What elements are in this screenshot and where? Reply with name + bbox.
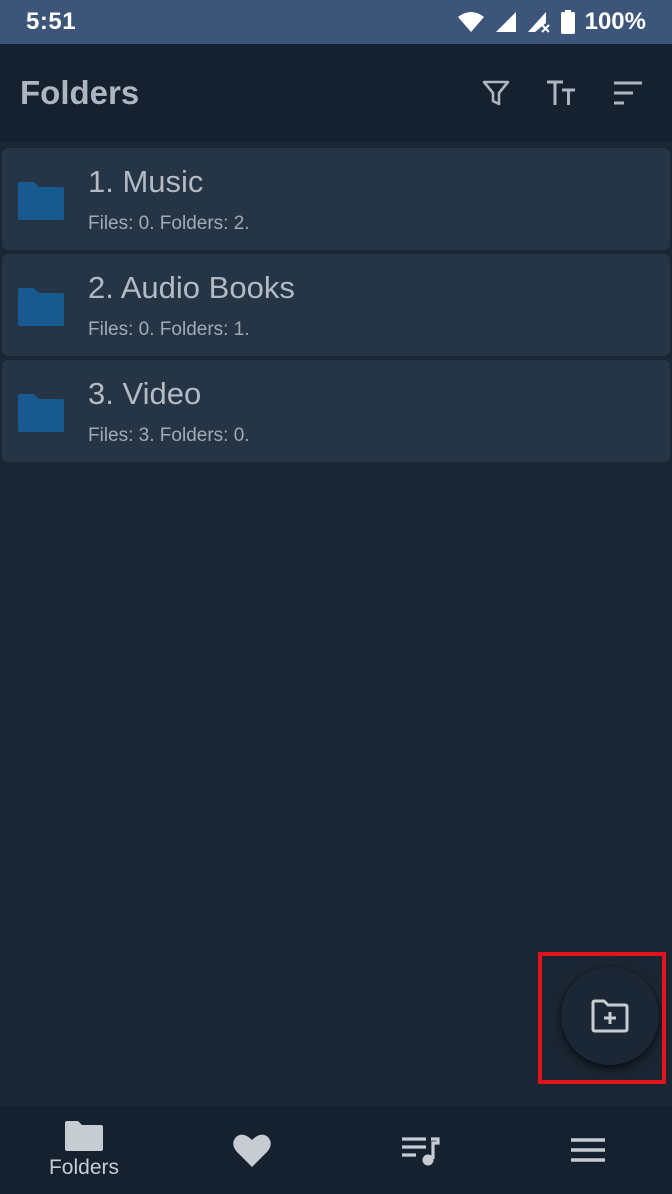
nav-label: Folders [48,1156,120,1179]
status-time: 5:51 [26,8,77,35]
heart-icon [233,1134,271,1167]
create-new-folder-icon [591,999,629,1033]
status-icons: 100% [457,8,646,36]
nav-item-folders[interactable]: Folders [0,1106,168,1194]
app-bar-actions [476,73,652,113]
text-size-icon [547,80,575,105]
nav-item-playlist[interactable] [336,1106,504,1194]
folder-name: 3. Video [88,376,202,411]
create-folder-button[interactable] [561,967,659,1065]
sort-button[interactable] [608,73,648,113]
folder-text: 2. Audio Books Files: 0. Folders: 1. [88,269,295,341]
battery-icon [560,10,575,34]
bottom-nav: Folders [0,1106,672,1194]
nav-item-menu[interactable] [504,1106,672,1194]
text-size-button[interactable] [542,73,582,113]
menu-icon [571,1138,605,1162]
folder-meta: Files: 0. Folders: 1. [88,319,250,340]
folder-list: 1. Music Files: 0. Folders: 2. 2. Audio … [2,148,670,466]
playlist-icon [402,1137,440,1166]
battery-percent: 100% [584,8,646,35]
wifi-icon [457,12,484,32]
folder-list-item[interactable]: 1. Music Files: 0. Folders: 2. [2,148,670,250]
filter-button[interactable] [476,73,516,113]
folder-icon [18,288,64,326]
folder-meta: Files: 3. Folders: 0. [88,425,250,446]
folder-icon [65,1121,103,1151]
nav-item-favorites[interactable] [168,1106,336,1194]
folder-icon [18,394,64,432]
folder-list-item[interactable]: 3. Video Files: 3. Folders: 0. [2,360,670,462]
folder-name: 1. Music [88,164,204,199]
folder-name: 2. Audio Books [88,270,295,305]
folder-icon [18,182,64,220]
status-bar: 5:51 100% [0,0,672,44]
folder-text: 3. Video Files: 3. Folders: 0. [88,375,250,447]
signal-icon [495,12,516,32]
signal-no-data-icon [527,12,550,33]
folder-list-item[interactable]: 2. Audio Books Files: 0. Folders: 1. [2,254,670,356]
folder-meta: Files: 0. Folders: 2. [88,213,250,234]
screen: 5:51 100% Folders 1. Music Files: 0. Fol… [0,0,672,1194]
filter-icon [482,80,510,106]
sort-icon [614,81,642,105]
page-title: Folders [20,74,140,111]
folder-text: 1. Music Files: 0. Folders: 2. [88,163,250,235]
app-bar: Folders [0,44,672,142]
